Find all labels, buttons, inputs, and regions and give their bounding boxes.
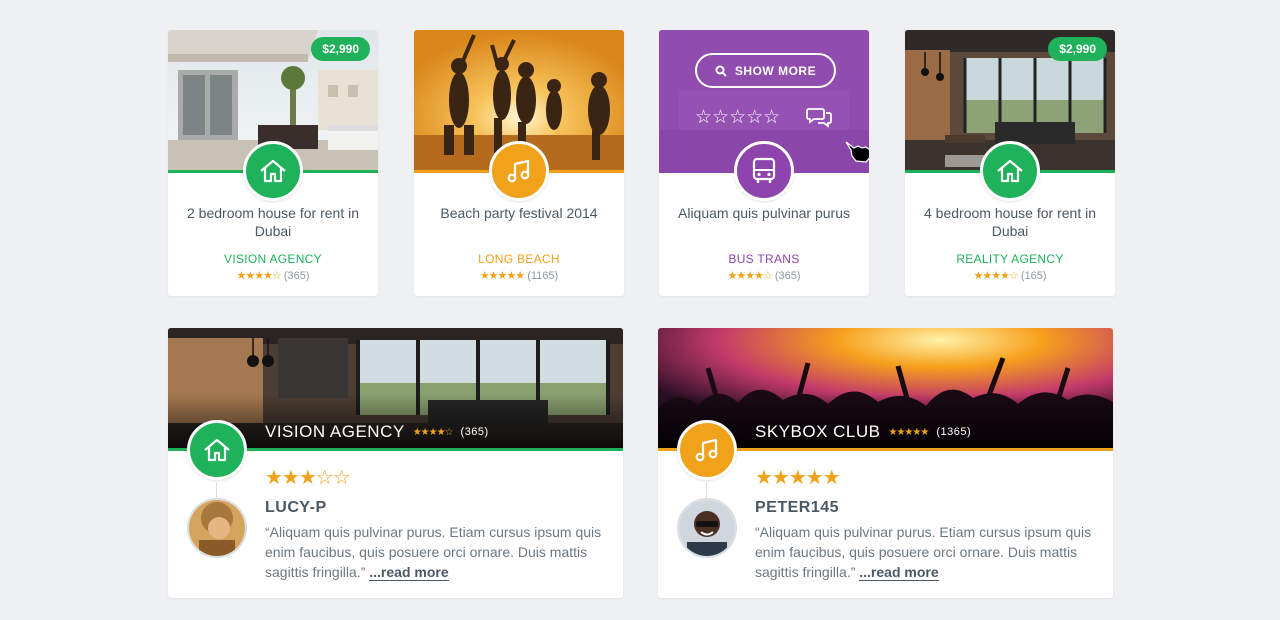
price-badge: $2,990 [1048, 37, 1107, 61]
house-icon [980, 141, 1040, 201]
listing-agency[interactable]: VISION AGENCY [168, 252, 378, 266]
place-header: SKYBOX CLUB ★★★★★ (1365) [755, 422, 971, 442]
listing-rating: ★★★★☆ (165) [905, 269, 1115, 282]
listing-rating: ★★★★☆ (365) [168, 269, 378, 282]
music-note-icon [489, 141, 549, 201]
pointer-hand-icon [844, 138, 869, 170]
connector-line [216, 482, 217, 498]
show-more-button[interactable]: SHOW MORE [695, 53, 836, 88]
review-count: (365) [774, 270, 801, 282]
read-more-link[interactable]: ...read more [369, 564, 449, 581]
review-count: (165) [1020, 270, 1047, 282]
search-icon [715, 65, 727, 77]
rate-stars[interactable]: ☆☆☆☆☆ [695, 106, 780, 129]
listing-title[interactable]: Aliquam quis pulvinar purus [669, 204, 859, 222]
review-count: (365) [283, 270, 310, 282]
place-star-rating: ★★★★★ [888, 426, 930, 438]
listing-agency[interactable]: REALITY AGENCY [905, 252, 1115, 266]
reviewer-name[interactable]: LUCY-P [265, 499, 327, 517]
place-review-count: (1365) [936, 426, 972, 438]
connector-line [706, 482, 707, 498]
music-note-icon [677, 420, 737, 480]
star-rating: ★★★★☆ [236, 270, 281, 282]
listing-card[interactable]: Beach party festival 2014 LONG BEACH ★★★… [414, 30, 624, 296]
review-star-rating: ★★★☆☆ [265, 467, 351, 489]
star-rating: ★★★★☆ [727, 270, 772, 282]
listing-rating: ★★★★★ (1165) [414, 269, 624, 282]
listing-title[interactable]: 4 bedroom house for rent in Dubai [915, 204, 1105, 240]
house-icon [187, 420, 247, 480]
listing-agency[interactable]: BUS TRANS [659, 252, 869, 266]
listing-agency[interactable]: LONG BEACH [414, 252, 624, 266]
price-badge: $2,990 [311, 37, 370, 61]
listing-card[interactable]: $2,990 4 bedroom house for rent in Dubai… [905, 30, 1115, 296]
review-text: “Aliquam quis pulvinar purus. Etiam curs… [265, 522, 615, 582]
listing-title[interactable]: Beach party festival 2014 [424, 204, 614, 222]
avatar[interactable] [677, 498, 737, 558]
read-more-link[interactable]: ...read more [859, 564, 939, 581]
star-rating: ★★★★★ [479, 270, 525, 282]
place-name[interactable]: VISION AGENCY [265, 422, 405, 442]
avatar[interactable] [187, 498, 247, 558]
review-star-rating: ★★★★★ [755, 467, 841, 489]
bus-icon [734, 141, 794, 201]
place-star-rating: ★★★★☆ [412, 426, 454, 438]
listing-title[interactable]: 2 bedroom house for rent in Dubai [178, 204, 368, 240]
place-name[interactable]: SKYBOX CLUB [755, 422, 881, 442]
review-card[interactable]: SKYBOX CLUB ★★★★★ (1365) ★★★★★ PETER145 … [658, 328, 1113, 598]
listing-card[interactable]: $2,990 2 bedroom house for rent in Dubai… [168, 30, 378, 296]
review-card[interactable]: VISION AGENCY ★★★★☆ (365) ★★★☆☆ LUCY-P “… [168, 328, 623, 598]
listing-card[interactable]: SHOW MORE ☆☆☆☆☆ Aliquam quis pulvinar pu… [659, 30, 869, 296]
star-rating: ★★★★☆ [973, 270, 1018, 282]
listing-rating: ★★★★☆ (365) [659, 269, 869, 282]
review-count: (1165) [527, 270, 559, 282]
place-header: VISION AGENCY ★★★★☆ (365) [265, 422, 489, 442]
house-icon [243, 141, 303, 201]
reviewer-name[interactable]: PETER145 [755, 499, 839, 517]
place-review-count: (365) [460, 426, 489, 438]
review-text: “Aliquam quis pulvinar purus. Etiam curs… [755, 522, 1105, 582]
show-more-label: SHOW MORE [734, 63, 817, 78]
comments-icon[interactable] [806, 106, 832, 133]
